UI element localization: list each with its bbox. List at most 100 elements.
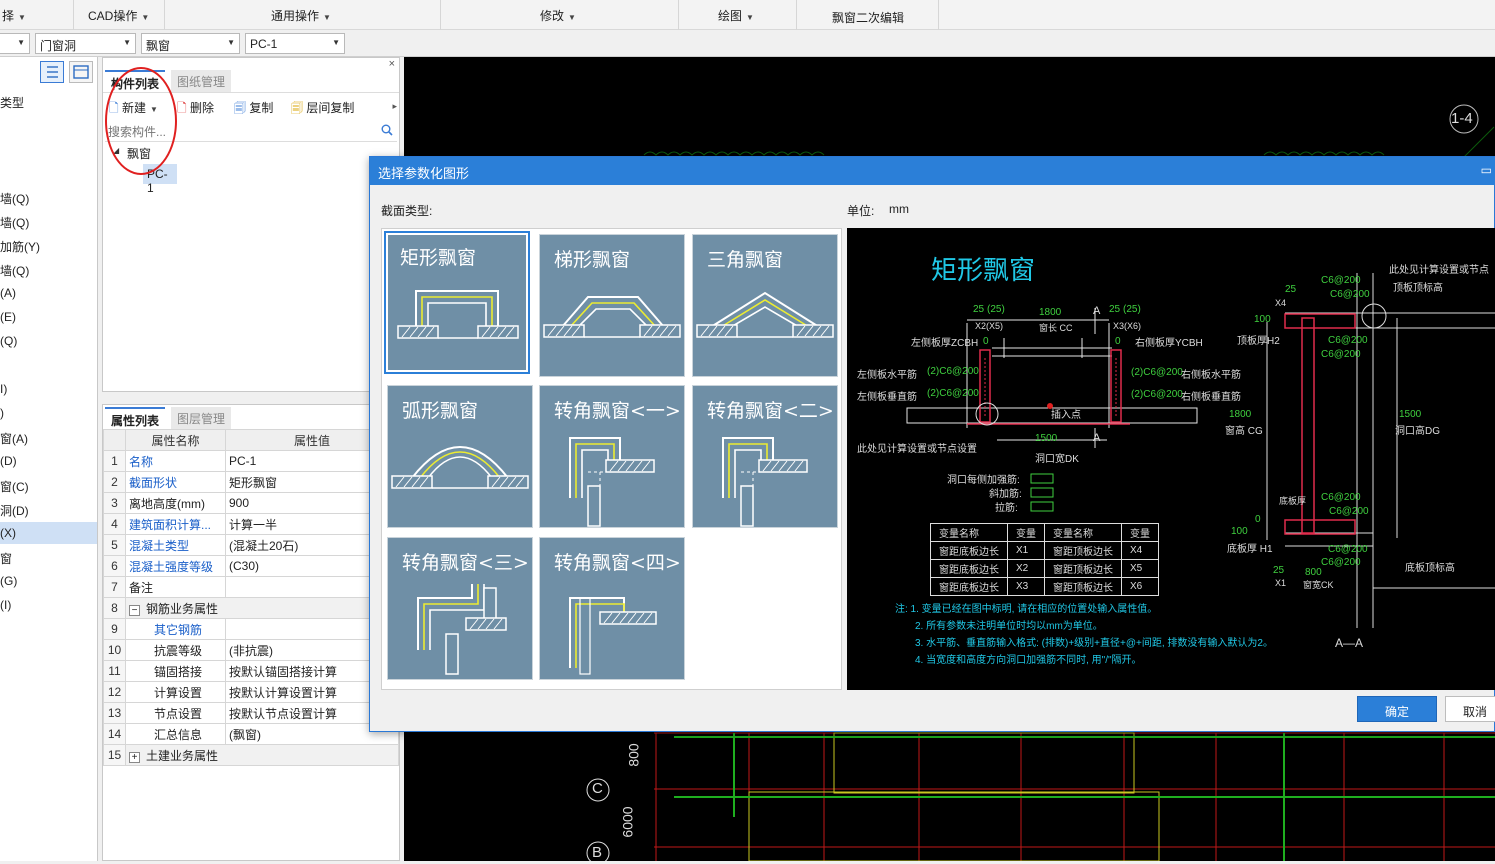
maximize-icon[interactable]: ▭ — [1481, 163, 1492, 177]
shape-rectangle-bay[interactable]: 矩形飘窗 — [384, 231, 530, 374]
unit-label: 单位: — [847, 204, 875, 218]
component-list-panel: × 构件列表 图纸管理 🗋 新建▼ 🗋 删除 🗐 复制 🗐 层间复制 ▸ ◢ 飘… — [102, 57, 400, 392]
label-text: 窗高 CG — [1225, 426, 1263, 437]
table-row[interactable]: 1 名称 PC-1 — [103, 450, 399, 472]
nav-item[interactable]: 窗 — [0, 550, 12, 567]
shape-trapezoid-bay[interactable]: 梯形飘窗 — [539, 234, 685, 377]
table-row[interactable]: 6 混凝土强度等级 (C30) — [103, 555, 399, 577]
table-row[interactable]: 12 计算设置 按默认计算设置计算 — [103, 681, 399, 703]
detail-view-icon[interactable] — [69, 61, 93, 83]
dim-text: 800 — [1305, 567, 1322, 578]
menu-item-draw[interactable]: 绘图 ▼ — [718, 7, 754, 24]
prop-name: 锚固搭接 — [125, 660, 226, 682]
menu-item-general[interactable]: 通用操作 ▼ — [271, 7, 331, 24]
category-select[interactable]: 门窗洞 ▼ — [35, 33, 136, 54]
table-row[interactable]: 4 建筑面积计算... 计算一半 — [103, 513, 399, 535]
close-icon[interactable]: × — [389, 58, 395, 70]
row-index: 5 — [103, 534, 126, 556]
label-text: 右侧板垂直筋 — [1181, 392, 1241, 403]
nav-item[interactable]: (A) — [0, 286, 16, 300]
row-index: 7 — [103, 576, 126, 598]
shape-triangle-bay[interactable]: 三角飘窗 — [692, 234, 838, 377]
var-cell: 窗距顶板边长 — [1044, 559, 1122, 578]
tab-drawing-management[interactable]: 图纸管理 — [171, 70, 232, 92]
list-view-icon[interactable] — [40, 61, 64, 83]
shape-corner-bay-2[interactable]: 转角飘窗<二> — [692, 385, 838, 528]
nav-item[interactable]: (Q) — [0, 334, 17, 348]
table-row[interactable]: 13 节点设置 按默认节点设置计算 — [103, 702, 399, 724]
table-row-group[interactable]: 8− 钢筋业务属性 — [103, 597, 399, 619]
prop-name: 汇总信息 — [125, 723, 226, 745]
dim-text: 0 — [983, 336, 989, 347]
row-index: 3 — [103, 492, 126, 514]
nav-item[interactable]: 类型 — [0, 94, 24, 111]
table-row[interactable]: 10 抗震等级 (非抗震) — [103, 639, 399, 661]
nav-item-bay-window[interactable]: (X) — [0, 526, 16, 540]
rebar-text: (2)C6@200 — [927, 388, 979, 399]
prop-name: 计算设置 — [125, 681, 226, 703]
nav-item[interactable]: 墙(Q) — [0, 190, 29, 207]
table-row[interactable]: 2 截面形状 矩形飘窗 — [103, 471, 399, 493]
nav-item[interactable]: (I) — [0, 598, 11, 612]
var-cell: 窗距底板边长 — [930, 541, 1008, 560]
trapezoid-bay-icon — [543, 296, 681, 338]
var-header: 变量 — [1121, 523, 1159, 542]
component-select[interactable]: PC-1 ▼ — [245, 33, 345, 54]
tab-layer-management[interactable]: 图层管理 — [171, 407, 232, 429]
ok-button[interactable]: 确定 — [1357, 696, 1437, 722]
group-label: 土建业务属性 — [146, 748, 219, 763]
table-row[interactable]: 9 其它钢筋 — [103, 618, 399, 640]
shape-arc-bay[interactable]: 弧形飘窗 — [387, 385, 533, 528]
search-icon[interactable] — [381, 124, 393, 139]
row-index: 8 — [103, 597, 126, 619]
dialog-title: 选择参数化图形 — [370, 157, 1495, 185]
nav-item[interactable]: 窗(C) — [0, 478, 29, 495]
prop-name: 备注 — [125, 576, 226, 598]
collapse-icon[interactable]: − — [129, 604, 140, 616]
menu-item-modify[interactable]: 修改 ▼ — [540, 7, 576, 24]
nav-item[interactable]: (G) — [0, 574, 17, 588]
shape-corner-bay-1[interactable]: 转角飘窗<一> — [539, 385, 685, 528]
table-row-group[interactable]: 15 + 土建业务属性 — [103, 744, 399, 766]
delete-button[interactable]: 🗋 删除 — [177, 99, 214, 120]
nav-item[interactable]: 加筋(Y) — [0, 238, 40, 255]
note-line: 注: 1. 变量已经在图中标明, 请在相应的位置处输入属性值。 — [895, 604, 1158, 615]
table-row[interactable]: 3 离地高度(mm) 900 — [103, 492, 399, 514]
menu-item-bay-window-edit[interactable]: 飘窗二次编辑 — [832, 9, 904, 26]
nav-item[interactable]: (D) — [0, 454, 17, 468]
type-select[interactable]: 飘窗 ▼ — [141, 33, 240, 54]
shape-corner-bay-4[interactable]: 转角飘窗<四> — [539, 537, 685, 680]
floor-select[interactable]: ▼ — [0, 33, 30, 54]
tab-property-list[interactable]: 属性列表 — [105, 407, 166, 429]
nav-item[interactable]: 墙(Q) — [0, 262, 29, 279]
dimension-text: 800 — [625, 743, 642, 767]
chevron-down-icon: ▼ — [568, 13, 576, 22]
rebar-text: (2)C6@200 — [927, 366, 979, 377]
shape-corner-bay-3[interactable]: 转角飘窗<三> — [387, 537, 533, 680]
dim-text: 0 — [1115, 336, 1121, 347]
floor-copy-button[interactable]: 🗐 层间复制 — [291, 99, 354, 120]
nav-item[interactable]: I) — [0, 382, 7, 396]
table-row[interactable]: 7 备注 — [103, 576, 399, 598]
table-row[interactable]: 11 锚固搭接 按默认锚固搭接计算 — [103, 660, 399, 682]
table-row[interactable]: 5 混凝土类型 (混凝土20石) — [103, 534, 399, 556]
nav-item[interactable]: ) — [0, 406, 4, 420]
label-text: 洞口高DG — [1395, 426, 1440, 437]
nav-item[interactable]: 墙(Q) — [0, 214, 29, 231]
nav-item[interactable]: 洞(D) — [0, 502, 29, 519]
more-icon[interactable]: ▸ — [392, 101, 397, 112]
corner-bay-3-icon — [417, 584, 507, 675]
nav-item[interactable]: 窗(A) — [0, 430, 28, 447]
label-text: 插入点 — [1051, 410, 1081, 421]
dim-text: X2(X5) — [975, 321, 1004, 331]
copy-button[interactable]: 🗐 复制 — [234, 99, 273, 120]
section-title: A—A — [1335, 636, 1364, 650]
menu-item-cad[interactable]: CAD操作 ▼ — [88, 7, 149, 24]
rebar-text: C6@200 — [1321, 349, 1361, 360]
expand-icon[interactable]: + — [129, 751, 140, 763]
chevron-down-icon: ▼ — [17, 38, 25, 47]
menu-item-select[interactable]: 择 ▼ — [2, 7, 26, 24]
table-row[interactable]: 14 汇总信息 (飘窗) — [103, 723, 399, 745]
nav-item[interactable]: (E) — [0, 310, 16, 324]
cancel-button[interactable]: 取消 — [1445, 696, 1495, 722]
